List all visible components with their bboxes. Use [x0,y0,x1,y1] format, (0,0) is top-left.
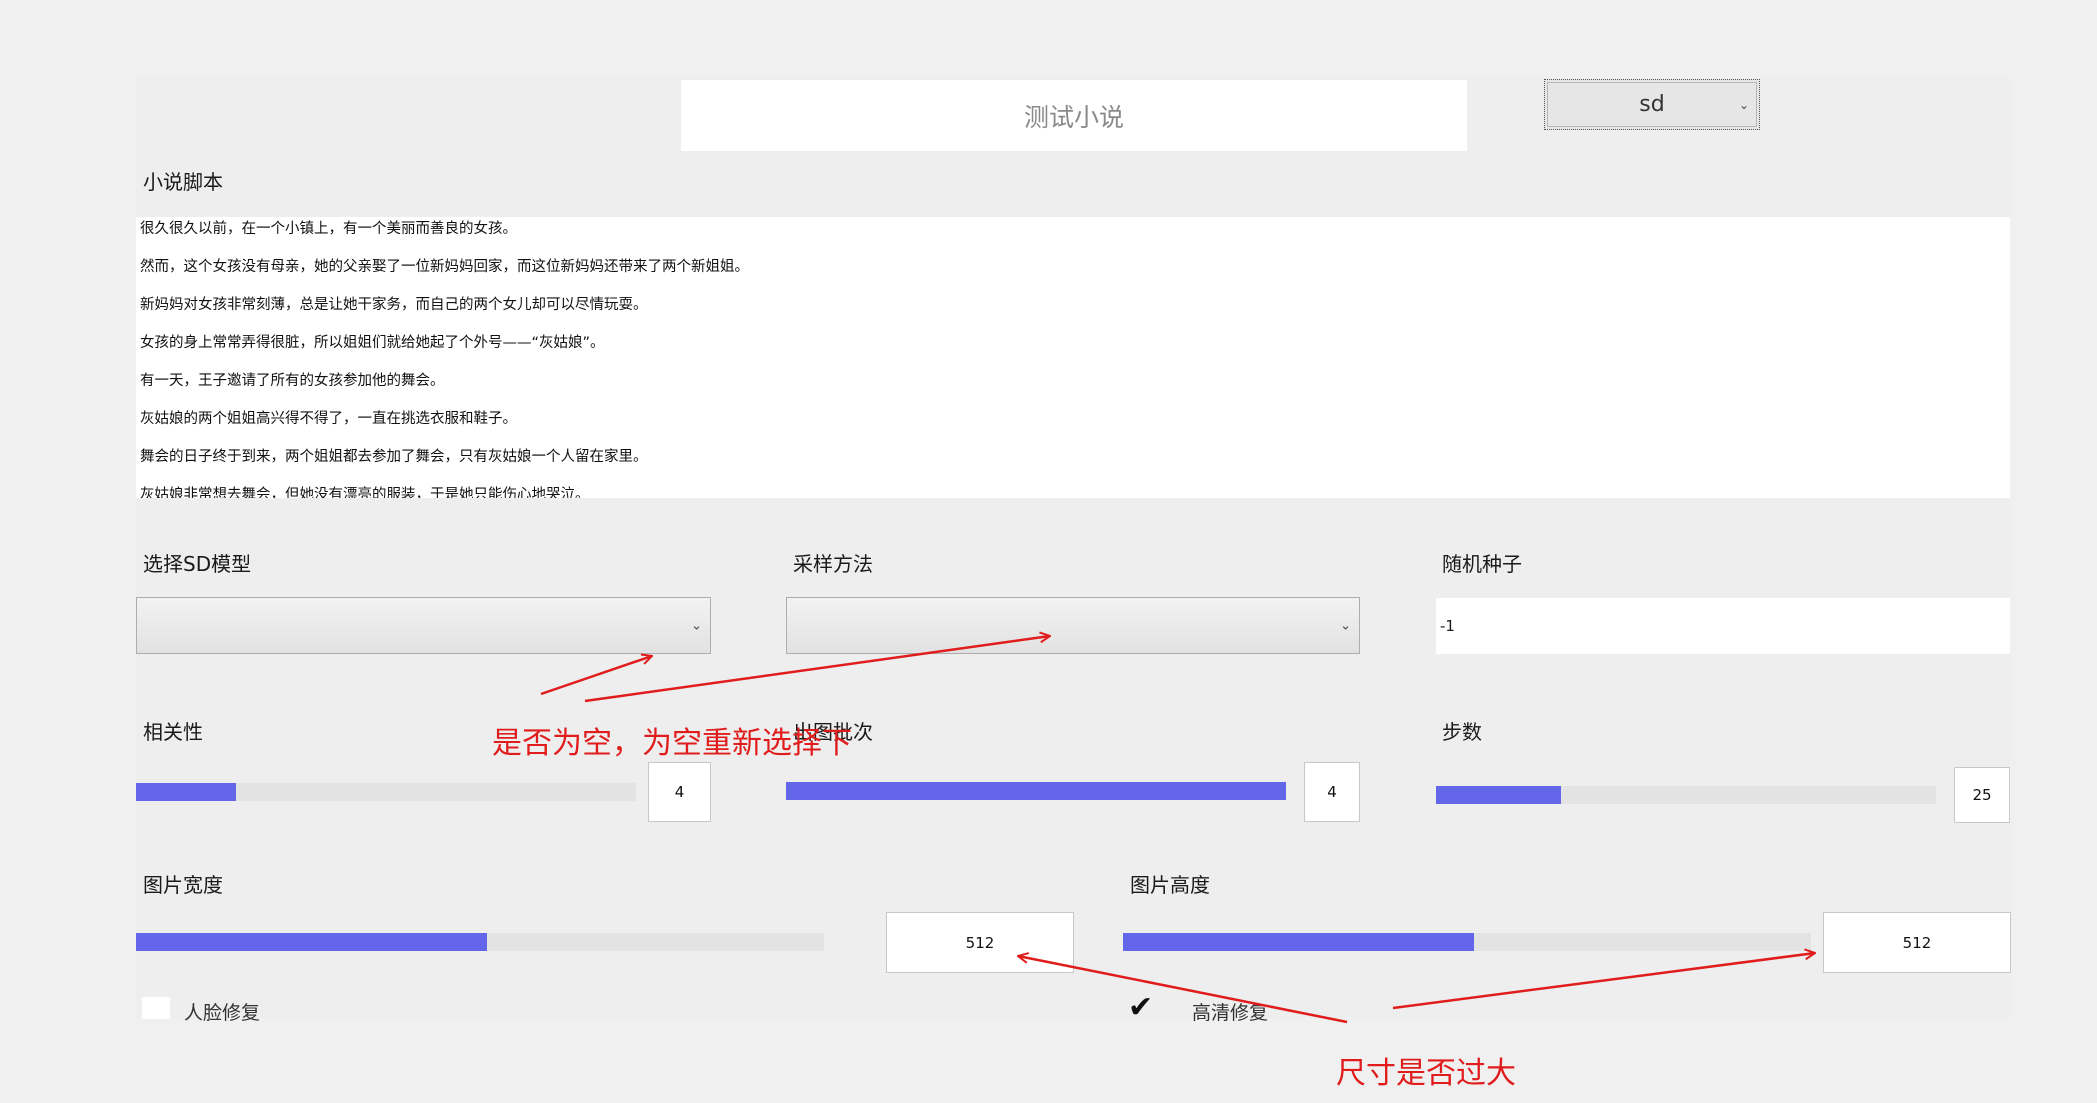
sd-model-label: 选择SD模型 [143,552,252,576]
model-type-value: sd [1639,92,1665,117]
batch-input[interactable]: 4 [1304,762,1360,822]
image-width-slider[interactable] [136,933,824,951]
script-line: 女孩的身上常常弄得很脏，所以姐姐们就给她起了个外号——“灰姑娘”。 [140,335,605,351]
sampler-select[interactable]: ⌄ [786,597,1360,654]
hires-fix-checkbox[interactable]: ✔ [1128,993,1156,1023]
script-line: 有一天，王子邀请了所有的女孩参加他的舞会。 [140,373,445,389]
chevron-down-icon: ⌄ [1738,97,1749,112]
relevance-input[interactable]: 4 [648,762,711,822]
model-type-select[interactable]: sd ⌄ [1544,79,1760,130]
script-line: 然而，这个女孩没有母亲，她的父亲娶了一位新妈妈回家，而这位新妈妈还带来了两个新姐… [140,259,749,275]
seed-input[interactable]: -1 [1436,598,2010,654]
script-line: 舞会的日子终于到来，两个姐姐都去参加了舞会，只有灰姑娘一个人留在家里。 [140,449,648,465]
face-fix-checkbox[interactable] [142,997,170,1019]
script-line: 新妈妈对女孩非常刻薄，总是让她干家务，而自己的两个女儿却可以尽情玩耍。 [140,297,648,313]
script-textarea[interactable]: 很久很久以前，在一个小镇上，有一个美丽而善良的女孩。 然而，这个女孩没有母亲，她… [136,217,2010,498]
image-height-slider-fill [1123,933,1474,951]
steps-slider[interactable] [1436,786,1936,804]
steps-input[interactable]: 25 [1954,767,2010,823]
image-width-label: 图片宽度 [143,873,223,897]
batch-slider[interactable] [786,782,1286,800]
face-fix-label: 人脸修复 [184,1002,261,1024]
novel-title-field[interactable]: 测试小说 [681,80,1467,151]
image-width-slider-fill [136,933,487,951]
script-label: 小说脚本 [143,170,223,194]
sd-model-select[interactable]: ⌄ [136,597,711,654]
image-width-input[interactable]: 512 [886,912,1074,973]
image-height-input[interactable]: 512 [1823,912,2011,973]
relevance-slider-fill [136,783,236,801]
script-line: 很久很久以前，在一个小镇上，有一个美丽而善良的女孩。 [140,221,517,237]
annotation-size-check: 尺寸是否过大 [1336,1056,1516,1091]
relevance-label: 相关性 [143,720,203,744]
checkmark-icon: ✔ [1128,990,1154,1025]
relevance-slider[interactable] [136,783,636,801]
script-line: 灰姑娘非常想去舞会，但她没有漂亮的服装，于是她只能伤心地哭泣。 [140,487,590,498]
script-line: 灰姑娘的两个姐姐高兴得不得了，一直在挑选衣服和鞋子。 [140,411,517,427]
seed-label: 随机种子 [1442,552,1522,576]
chevron-down-icon: ⌄ [1340,618,1351,633]
steps-slider-fill [1436,786,1561,804]
steps-label: 步数 [1442,720,1482,744]
image-height-slider[interactable] [1123,933,1811,951]
batch-slider-fill [786,782,1286,800]
annotation-empty-check: 是否为空，为空重新选择下 [492,726,852,761]
chevron-down-icon: ⌄ [691,618,702,633]
sampler-label: 采样方法 [793,552,873,576]
hires-fix-label: 高清修复 [1192,1002,1269,1024]
image-height-label: 图片高度 [1130,873,1210,897]
